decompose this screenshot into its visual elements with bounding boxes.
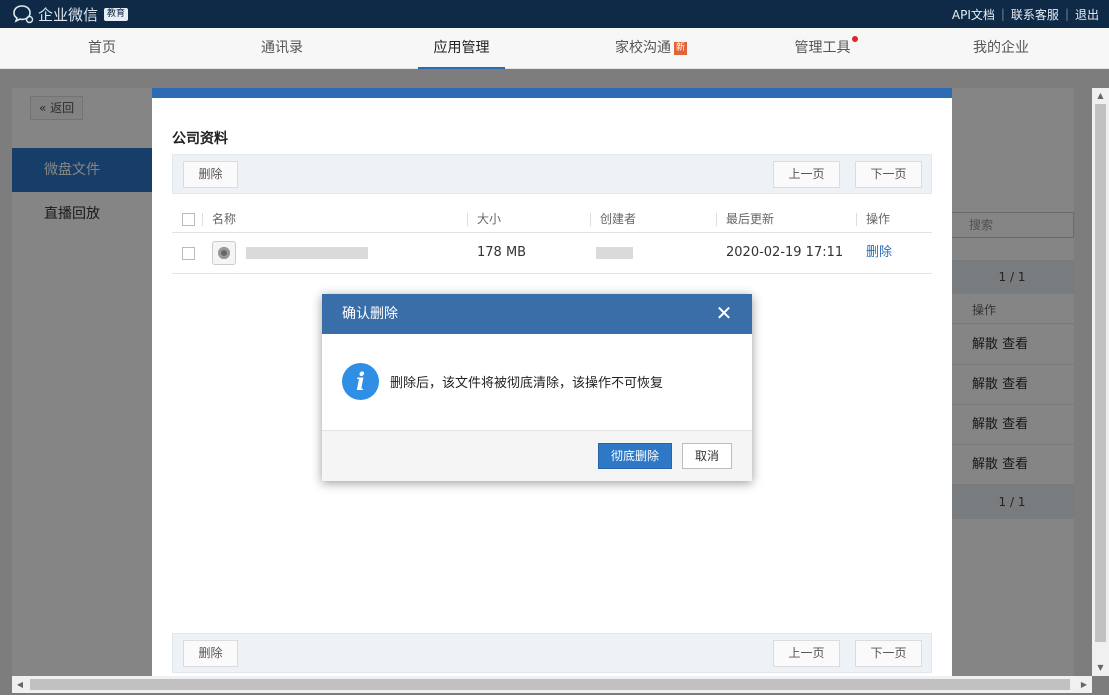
horizontal-scrollbar[interactable]: ◀ ▶: [12, 676, 1092, 693]
select-all-checkbox[interactable]: [182, 213, 195, 226]
divider: [467, 213, 468, 226]
confirm-dialog-title: 确认删除: [342, 306, 398, 322]
nav-tab-label: 管理工具: [794, 40, 851, 56]
top-links: API文档 | 联系客服 | 退出: [952, 0, 1099, 28]
file-name[interactable]: [246, 247, 368, 259]
top-bar: 企业微信 教育 API文档 | 联系客服 | 退出: [0, 0, 1109, 28]
confirm-dialog-header: 确认删除: [322, 294, 752, 334]
api-docs-link[interactable]: API文档: [952, 6, 995, 23]
column-creator[interactable]: 创建者: [600, 206, 636, 233]
scroll-left-icon[interactable]: ◀: [15, 679, 25, 690]
divider: |: [1064, 7, 1069, 21]
close-icon[interactable]: ✕: [714, 303, 734, 323]
dialog-title: 公司资料: [172, 131, 228, 147]
contact-support-link[interactable]: 联系客服: [1011, 6, 1059, 23]
next-page-button[interactable]: 下一页: [855, 640, 922, 667]
nav-tab-management-tools[interactable]: 管理工具: [786, 28, 866, 69]
chat-bubble-icon: [13, 5, 34, 24]
video-file-icon: [212, 241, 236, 265]
scroll-down-icon[interactable]: ▼: [1096, 663, 1105, 673]
divider: |: [1000, 7, 1005, 21]
prev-page-button[interactable]: 上一页: [773, 161, 840, 188]
column-updated[interactable]: 最后更新: [726, 206, 774, 233]
nav-tab-home-school[interactable]: 家校沟通新: [606, 28, 696, 69]
nav-tab-contacts[interactable]: 通讯录: [250, 28, 314, 69]
divider: [716, 213, 717, 226]
nav-tab-label: 我的企业: [973, 40, 1029, 56]
cancel-button[interactable]: 取消: [682, 443, 732, 469]
file-creator: [596, 247, 633, 259]
nav-tab-home[interactable]: 首页: [70, 28, 134, 69]
table-row[interactable]: 178 MB 2020-02-19 17:11 删除: [172, 233, 932, 274]
notification-dot: [851, 36, 858, 42]
file-updated: 2020-02-19 17:11: [726, 245, 844, 260]
delete-button[interactable]: 删除: [183, 161, 238, 188]
table-header: 名称 大小 创建者 最后更新 操作: [172, 206, 932, 233]
divider: [856, 213, 857, 226]
confirm-message: 删除后，该文件将被彻底清除，该操作不可恢复: [390, 376, 664, 391]
divider: [590, 213, 591, 226]
app-logo[interactable]: 企业微信 教育: [12, 3, 129, 25]
scrollbar-thumb[interactable]: [30, 679, 1070, 690]
nav-tab-app-management[interactable]: 应用管理: [418, 28, 505, 69]
bottom-toolbar: 删除 上一页 下一页: [172, 633, 932, 673]
scroll-up-icon[interactable]: ▲: [1096, 91, 1105, 101]
confirm-delete-dialog: 确认删除 ✕ i 删除后，该文件将被彻底清除，该操作不可恢复 彻底删除 取消: [322, 294, 752, 481]
column-size[interactable]: 大小: [477, 206, 501, 233]
vertical-scrollbar[interactable]: ▲ ▼: [1092, 88, 1109, 676]
top-toolbar: 删除 上一页 下一页: [172, 154, 932, 194]
nav-tab-label: 应用管理: [433, 40, 490, 56]
main-nav: 首页 通讯录 应用管理 家校沟通新 管理工具 我的企业: [0, 28, 1109, 69]
new-badge: 新: [673, 42, 687, 55]
permanent-delete-button[interactable]: 彻底删除: [598, 443, 672, 469]
app-title: 企业微信: [38, 5, 99, 24]
app-edition-badge: 教育: [104, 7, 129, 21]
info-icon: i: [342, 363, 379, 400]
column-name[interactable]: 名称: [212, 206, 236, 233]
scroll-right-icon[interactable]: ▶: [1079, 679, 1089, 690]
column-action: 操作: [866, 212, 891, 226]
scrollbar-thumb[interactable]: [1095, 104, 1106, 642]
logout-link[interactable]: 退出: [1075, 6, 1099, 23]
nav-tab-label: 通讯录: [261, 40, 303, 56]
file-size: 178 MB: [477, 245, 527, 260]
next-page-button[interactable]: 下一页: [855, 161, 922, 188]
prev-page-button[interactable]: 上一页: [773, 640, 840, 667]
nav-tab-label: 首页: [88, 40, 116, 56]
row-checkbox[interactable]: [182, 247, 195, 260]
divider: [202, 213, 203, 226]
delete-button[interactable]: 删除: [183, 640, 238, 667]
nav-tab-my-company[interactable]: 我的企业: [965, 28, 1037, 69]
nav-tab-label: 家校沟通: [614, 40, 671, 56]
delete-file-link[interactable]: 删除: [866, 233, 892, 273]
confirm-dialog-footer: 彻底删除 取消: [322, 430, 752, 481]
